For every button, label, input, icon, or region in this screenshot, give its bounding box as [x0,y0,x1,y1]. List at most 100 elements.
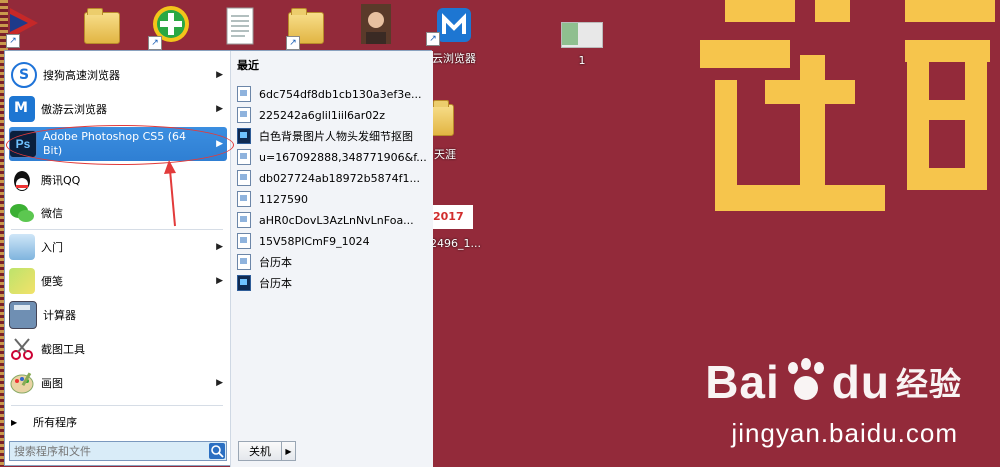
desktop-icon-photo[interactable] [360,4,392,48]
maxthon-icon: M [9,96,35,122]
document-icon [226,7,254,45]
desktop-icon-360[interactable]: ↗ [148,4,192,50]
shortcut-arrow-icon: ↗ [426,32,440,46]
sogou-icon: S [11,62,37,88]
program-label: 腾讯QQ [41,174,81,187]
sticky-notes-icon [9,268,35,294]
recent-item[interactable]: 台历本 [237,252,427,272]
wallpaper-calligraphy [700,0,995,211]
folder-icon [430,100,454,136]
annotation-arrow [164,160,176,227]
shortcut-arrow-icon: ↗ [6,34,20,48]
watermark-brand-text: Bai [705,356,780,408]
recent-item[interactable]: 白色背景图片人物头发细节抠图 [237,126,427,146]
program-maxthon-browser[interactable]: M 傲游云浏览器 ▶ [9,93,227,125]
shortcut-arrow-icon: ↗ [148,36,162,50]
all-programs-button[interactable]: ▶ 所有程序 [9,409,227,435]
qq-icon [9,167,35,193]
menu-separator [11,405,223,406]
paint-palette-icon [9,370,35,396]
document-icon [237,254,251,270]
desktop-icon-label: 1 [578,54,586,67]
program-label: 截图工具 [41,343,85,356]
program-getting-started[interactable]: 入门 ▶ [9,231,227,263]
document-icon [237,233,251,249]
recent-item[interactable]: 6dc754df8db1cb130a3ef3e... [237,84,427,104]
desktop-icon-maxthon[interactable]: ↗ 云浏览器 [424,6,484,66]
program-label: 搜狗高速浏览器 [43,69,120,82]
maxthon-browser-icon [437,8,471,42]
desktop-icon-tianya[interactable]: 天涯 [430,100,466,161]
document-icon [237,149,251,165]
program-label: 傲游云浏览器 [41,103,107,116]
program-label: 便笺 [41,275,63,288]
desktop-icon-label: 天涯 [434,148,456,161]
recent-item[interactable]: u=167092888,348771906&f... [237,147,427,167]
program-qq[interactable]: 腾讯QQ [9,164,227,196]
recent-item[interactable]: 225242a6glil1iil6ar02z [237,105,427,125]
search-box[interactable] [9,441,227,461]
submenu-arrow-icon: ▶ [216,378,223,388]
shutdown-options-arrow-icon[interactable]: ▶ [282,441,296,461]
recent-item[interactable]: aHR0cDovL3AzLnNvLnFoa... [237,210,427,230]
desktop-icon-app-arrow[interactable]: ↗ [6,6,44,48]
recent-item-label: 15V58PICmF9_1024 [259,234,370,248]
search-icon[interactable] [209,443,225,459]
recent-item-label: db027724ab18972b5874f1... [259,171,421,185]
portrait-photo-icon [361,4,391,44]
submenu-arrow-icon: ▶ [216,276,223,286]
photoshop-file-icon [237,128,251,144]
program-label: 微信 [41,207,63,220]
recent-item[interactable]: 1127590 [237,189,427,209]
program-sticky-notes[interactable]: 便笺 ▶ [9,265,227,297]
shortcut-arrow-icon: ↗ [286,36,300,50]
desktop-icon-image-2017[interactable]: 2017 2496_1... [430,205,490,255]
watermark-brand-tail-text: du [831,356,890,408]
scissors-icon [9,336,35,362]
annotation-ellipse [6,125,234,165]
program-snipping-tool[interactable]: 截图工具 [9,333,227,365]
start-menu-programs-pane: S 搜狗高速浏览器 ▶ M 傲游云浏览器 ▶ Ps Adobe Photosho… [5,51,230,461]
desktop-icon-label: 2496_1... [430,237,481,250]
recent-items-list: 6dc754df8db1cb130a3ef3e... 225242a6glil1i… [229,50,432,390]
recent-item[interactable]: 台历本 [237,273,427,293]
program-paint[interactable]: 画图 ▶ [9,367,227,399]
watermark-url: jingyan.baidu.com [731,418,958,448]
desktop-icon-folder[interactable] [84,8,120,48]
folder-icon [84,8,120,44]
program-sogou-browser[interactable]: S 搜狗高速浏览器 ▶ [9,59,227,91]
document-icon [237,191,251,207]
document-icon [237,86,251,102]
program-calculator[interactable]: 计算器 [9,299,227,331]
menu-separator [11,229,223,230]
program-label: 入门 [41,241,63,254]
submenu-arrow-icon: ▶ [216,70,223,80]
submenu-arrow-icon: ▶ [216,242,223,252]
document-icon [237,212,251,228]
recent-item-label: aHR0cDovL3AzLnNvLnFoa... [259,213,414,227]
desktop-icon-document[interactable] [224,6,258,48]
recent-item-label: 6dc754df8db1cb130a3ef3e... [259,87,422,101]
document-icon [237,107,251,123]
recent-item[interactable]: db027724ab18972b5874f1... [237,168,427,188]
recent-item-label: 台历本 [259,256,292,269]
program-label: 计算器 [43,309,76,322]
desktop-icon-image-1[interactable]: 1 [560,22,604,67]
recent-item-label: 225242a6glil1iil6ar02z [259,108,386,122]
recent-item-label: 台历本 [259,277,292,290]
chevron-right-icon: ▶ [11,417,18,427]
photoshop-file-icon [237,275,251,291]
program-wechat[interactable]: 微信 [9,197,227,229]
image-2017-icon: 2017 [430,205,473,229]
program-label: 画图 [41,377,63,390]
search-input[interactable] [10,443,204,459]
all-programs-label: 所有程序 [33,416,78,429]
watermark-cn-text: 经验 [895,366,962,402]
baidu-watermark: Bai du 经验 [705,355,962,409]
image-file-icon [561,22,603,48]
desktop-icon-folder-files[interactable]: ↗ [286,6,324,50]
shutdown-button[interactable]: 关机 [238,441,282,461]
desktop-icon-label: 云浏览器 [432,52,476,65]
recent-item[interactable]: 15V58PICmF9_1024 [237,231,427,251]
baidu-paw-icon [782,358,830,406]
